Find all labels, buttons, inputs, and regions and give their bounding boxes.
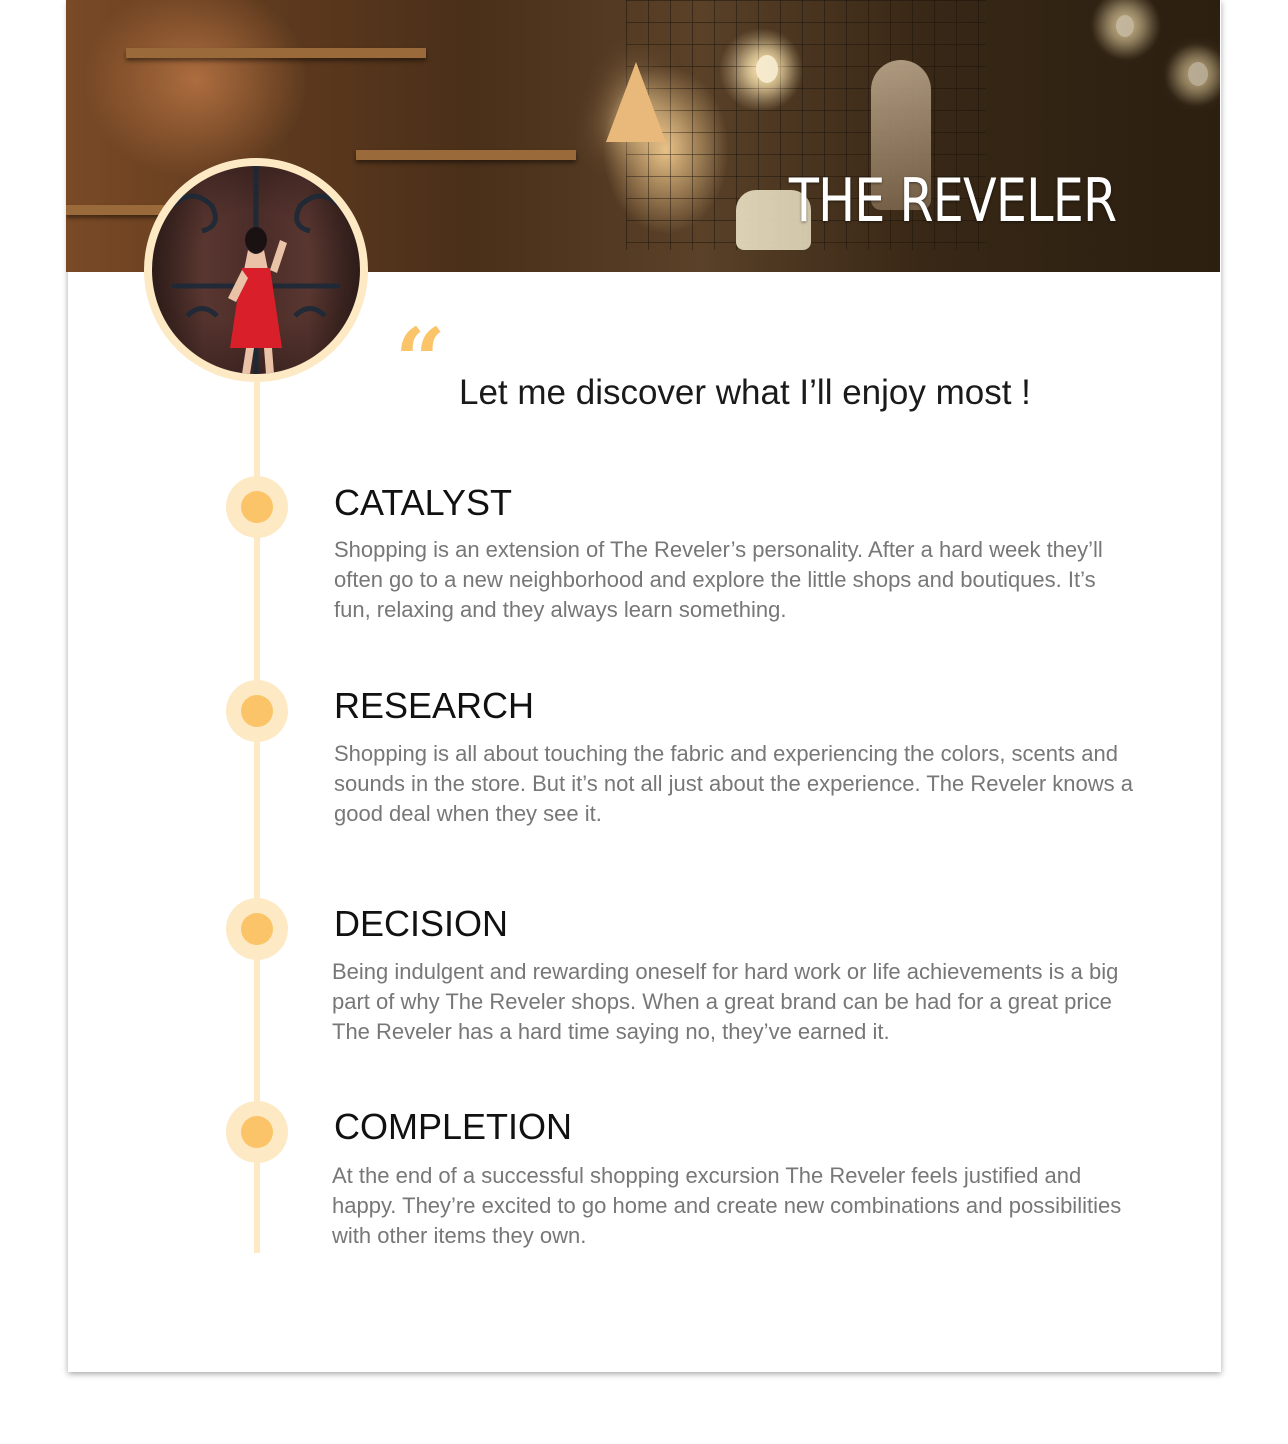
step-description: Shopping is all about touching the fabri… [334, 741, 1133, 826]
avatar-photo [152, 166, 360, 374]
step-title: CATALYST [334, 482, 513, 523]
step-title: COMPLETION [334, 1106, 573, 1147]
quote-mark-icon: “ [395, 308, 446, 412]
timeline-marker [226, 476, 288, 538]
step-description: At the end of a successful shopping excu… [332, 1163, 1122, 1248]
persona-quote: Let me discover what I’ll enjoy most ! [459, 373, 1031, 412]
persona-portrait-icon [170, 166, 342, 374]
step-description: Being indulgent and rewarding oneself fo… [332, 959, 1119, 1044]
timeline-marker [226, 898, 288, 960]
timeline-marker [226, 1101, 288, 1163]
step-title: DECISION [334, 903, 509, 944]
step-description: Shopping is an extension of The Reveler’… [334, 537, 1103, 622]
timeline-marker [226, 680, 288, 742]
persona-title: THE REVELER [788, 166, 1117, 236]
step-title: RESEARCH [334, 685, 535, 726]
avatar [144, 158, 368, 382]
